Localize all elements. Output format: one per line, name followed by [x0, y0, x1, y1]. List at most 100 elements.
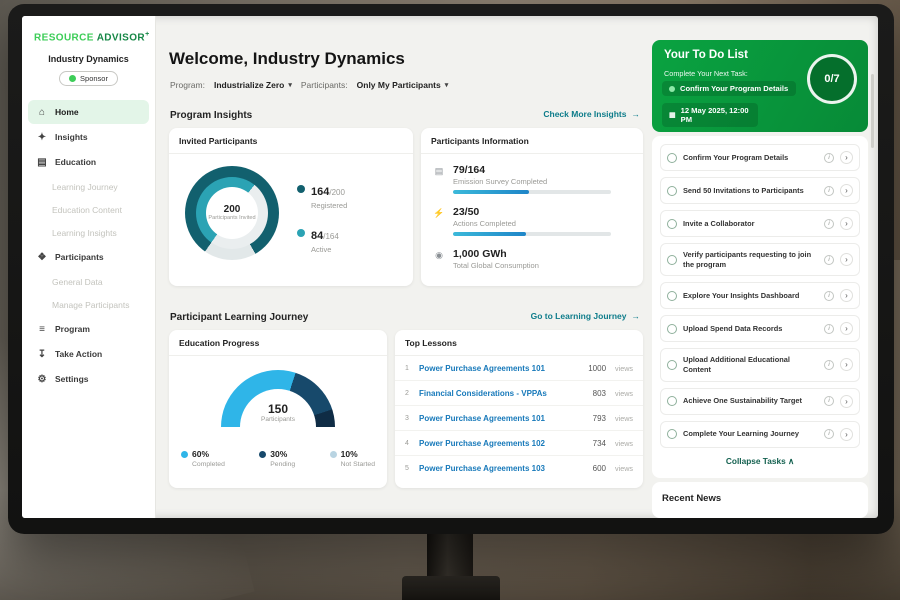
sidebar-item-education-content[interactable]: Education Content — [22, 198, 155, 221]
gauge-center: 150 Participants — [169, 402, 387, 423]
task-label: Upload Spend Data Records — [683, 324, 818, 334]
info-icon[interactable]: i — [824, 186, 834, 196]
legend-registered: 164/200 Registered — [297, 182, 347, 210]
chevron-right-icon[interactable]: › — [840, 184, 853, 197]
task-row-complete-learning-journey[interactable]: Complete Your Learning Journey i › — [660, 421, 860, 448]
task-checkbox[interactable] — [667, 219, 677, 229]
todo-progress-ring: 0/7 — [807, 54, 857, 104]
info-icon[interactable]: i — [824, 255, 834, 265]
task-row-upload-educational-content[interactable]: Upload Additional Educational Content i … — [660, 348, 860, 381]
lesson-link[interactable]: Power Purchase Agreements 102 — [419, 439, 545, 448]
active-total: /164 — [323, 232, 339, 241]
check-more-insights-link[interactable]: Check More Insights → — [543, 109, 640, 119]
task-row-confirm-program[interactable]: Confirm Your Program Details i › — [660, 144, 860, 171]
desk-photo-background: { "icons": { "home": "⌂", "insights": "✦… — [0, 0, 900, 600]
chevron-right-icon[interactable]: › — [840, 395, 853, 408]
task-row-explore-insights[interactable]: Explore Your Insights Dashboard i › — [660, 282, 860, 309]
sidebar-subitem-label: Manage Participants — [52, 300, 130, 310]
participants-filter-label: Participants: — [301, 80, 348, 90]
stat-value: 79/164 — [453, 164, 611, 176]
settings-icon: ⚙ — [36, 374, 48, 385]
sidebar-item-home[interactable]: ⌂ Home — [28, 100, 149, 124]
lesson-row[interactable]: 1 Power Purchase Agreements 101 1000 vie… — [395, 356, 643, 381]
todo-next-task[interactable]: Confirm Your Program Details — [662, 81, 796, 96]
donut-legend: 164/200 Registered 84/164 Active — [297, 182, 347, 270]
info-icon[interactable]: i — [824, 429, 834, 439]
task-label: Send 50 Invitations to Participants — [683, 186, 818, 196]
stat-label: Emission Survey Completed — [453, 177, 611, 186]
task-row-upload-spend-data[interactable]: Upload Spend Data Records i › — [660, 315, 860, 342]
participants-filter-dropdown[interactable]: Only My Participants ▾ — [357, 80, 449, 90]
donut-center: 200 Participants Invited — [206, 187, 258, 239]
lesson-row[interactable]: 5 Power Purchase Agreements 103 600 view… — [395, 456, 643, 481]
chevron-right-icon[interactable]: › — [840, 322, 853, 335]
check-more-insights-label: Check More Insights — [543, 109, 626, 119]
collapse-tasks-link[interactable]: Collapse Tasks ∧ — [660, 456, 860, 466]
lesson-link[interactable]: Power Purchase Agreements 103 — [419, 464, 545, 473]
info-icon[interactable]: i — [824, 324, 834, 334]
sponsor-badge[interactable]: Sponsor — [59, 71, 118, 86]
chevron-right-icon[interactable]: › — [840, 151, 853, 164]
info-icon[interactable]: i — [824, 219, 834, 229]
task-checkbox[interactable] — [667, 153, 677, 163]
lesson-rank: 4 — [405, 440, 412, 447]
task-checkbox[interactable] — [667, 186, 677, 196]
lesson-link[interactable]: Power Purchase Agreements 101 — [419, 364, 545, 373]
chevron-right-icon[interactable]: › — [840, 217, 853, 230]
gauge-legend: 60% Completed 30% Pending 10% — [181, 449, 375, 468]
education-progress-title: Education Progress — [169, 330, 387, 356]
stat-label: Actions Completed — [453, 219, 611, 228]
participants-icon: ❖ — [36, 252, 48, 263]
task-checkbox[interactable] — [667, 255, 677, 265]
sidebar-item-participants[interactable]: ❖ Participants — [28, 245, 149, 269]
program-filter-value: Industrialize Zero — [214, 80, 284, 90]
task-row-invite-collaborator[interactable]: Invite a Collaborator i › — [660, 210, 860, 237]
info-icon[interactable]: i — [824, 360, 834, 370]
lesson-link[interactable]: Power Purchase Agreements 101 — [419, 414, 545, 423]
sidebar-item-education[interactable]: ▤ Education — [28, 150, 149, 174]
task-checkbox[interactable] — [667, 396, 677, 406]
sidebar-item-insights[interactable]: ✦ Insights — [28, 125, 149, 149]
lesson-row[interactable]: 3 Power Purchase Agreements 101 793 view… — [395, 406, 643, 431]
logo-plus: + — [145, 31, 150, 38]
sidebar-item-general-data[interactable]: General Data — [22, 270, 155, 293]
task-row-verify-participants[interactable]: Verify participants requesting to join t… — [660, 243, 860, 276]
task-checkbox[interactable] — [667, 291, 677, 301]
todo-due-label: 12 May 2025, 12:00 PM — [681, 106, 751, 124]
education-icon: ▤ — [36, 157, 48, 168]
program-filter-dropdown[interactable]: Industrialize Zero ▾ — [214, 80, 292, 90]
chevron-right-icon[interactable]: › — [840, 428, 853, 441]
collapse-tasks-label: Collapse Tasks — [726, 456, 786, 466]
chevron-right-icon[interactable]: › — [840, 358, 853, 371]
stat-body: 1,000 GWh Total Global Consumption — [453, 248, 539, 270]
info-icon[interactable]: i — [824, 153, 834, 163]
info-icon[interactable]: i — [824, 291, 834, 301]
task-row-achieve-sustainability-target[interactable]: Achieve One Sustainability Target i › — [660, 388, 860, 415]
lesson-row[interactable]: 2 Financial Considerations - VPPAs 803 v… — [395, 381, 643, 406]
recent-news-card: Recent News — [652, 482, 868, 518]
sidebar-item-learning-insights[interactable]: Learning Insights — [22, 221, 155, 244]
sidebar-item-program[interactable]: ≡ Program — [28, 317, 149, 341]
sidebar-item-learning-journey[interactable]: Learning Journey — [22, 175, 155, 198]
sidebar-item-take-action[interactable]: ↧ Take Action — [28, 342, 149, 366]
stat-label: Total Global Consumption — [453, 261, 539, 270]
task-checkbox[interactable] — [667, 429, 677, 439]
info-icon[interactable]: i — [824, 396, 834, 406]
task-checkbox[interactable] — [667, 360, 677, 370]
lesson-row[interactable]: 4 Power Purchase Agreements 102 734 view… — [395, 431, 643, 456]
sidebar-item-settings[interactable]: ⚙ Settings — [28, 367, 149, 391]
todo-subtitle: Complete Your Next Task: — [664, 69, 748, 78]
sidebar-item-manage-participants[interactable]: Manage Participants — [22, 293, 155, 316]
go-to-learning-journey-link[interactable]: Go to Learning Journey → — [531, 311, 640, 321]
sidebar-subitem-label: Learning Insights — [52, 228, 117, 238]
legend-not-started-top: 10% — [330, 449, 375, 459]
legend-pending: 30% Pending — [259, 449, 295, 468]
lesson-link[interactable]: Financial Considerations - VPPAs — [419, 389, 547, 398]
task-checkbox[interactable] — [667, 324, 677, 334]
chevron-right-icon[interactable]: › — [840, 253, 853, 266]
completed-label: Completed — [192, 461, 225, 468]
scrollbar[interactable] — [871, 74, 874, 148]
recent-news-title: Recent News — [652, 482, 868, 515]
chevron-right-icon[interactable]: › — [840, 289, 853, 302]
task-row-send-invitations[interactable]: Send 50 Invitations to Participants i › — [660, 177, 860, 204]
